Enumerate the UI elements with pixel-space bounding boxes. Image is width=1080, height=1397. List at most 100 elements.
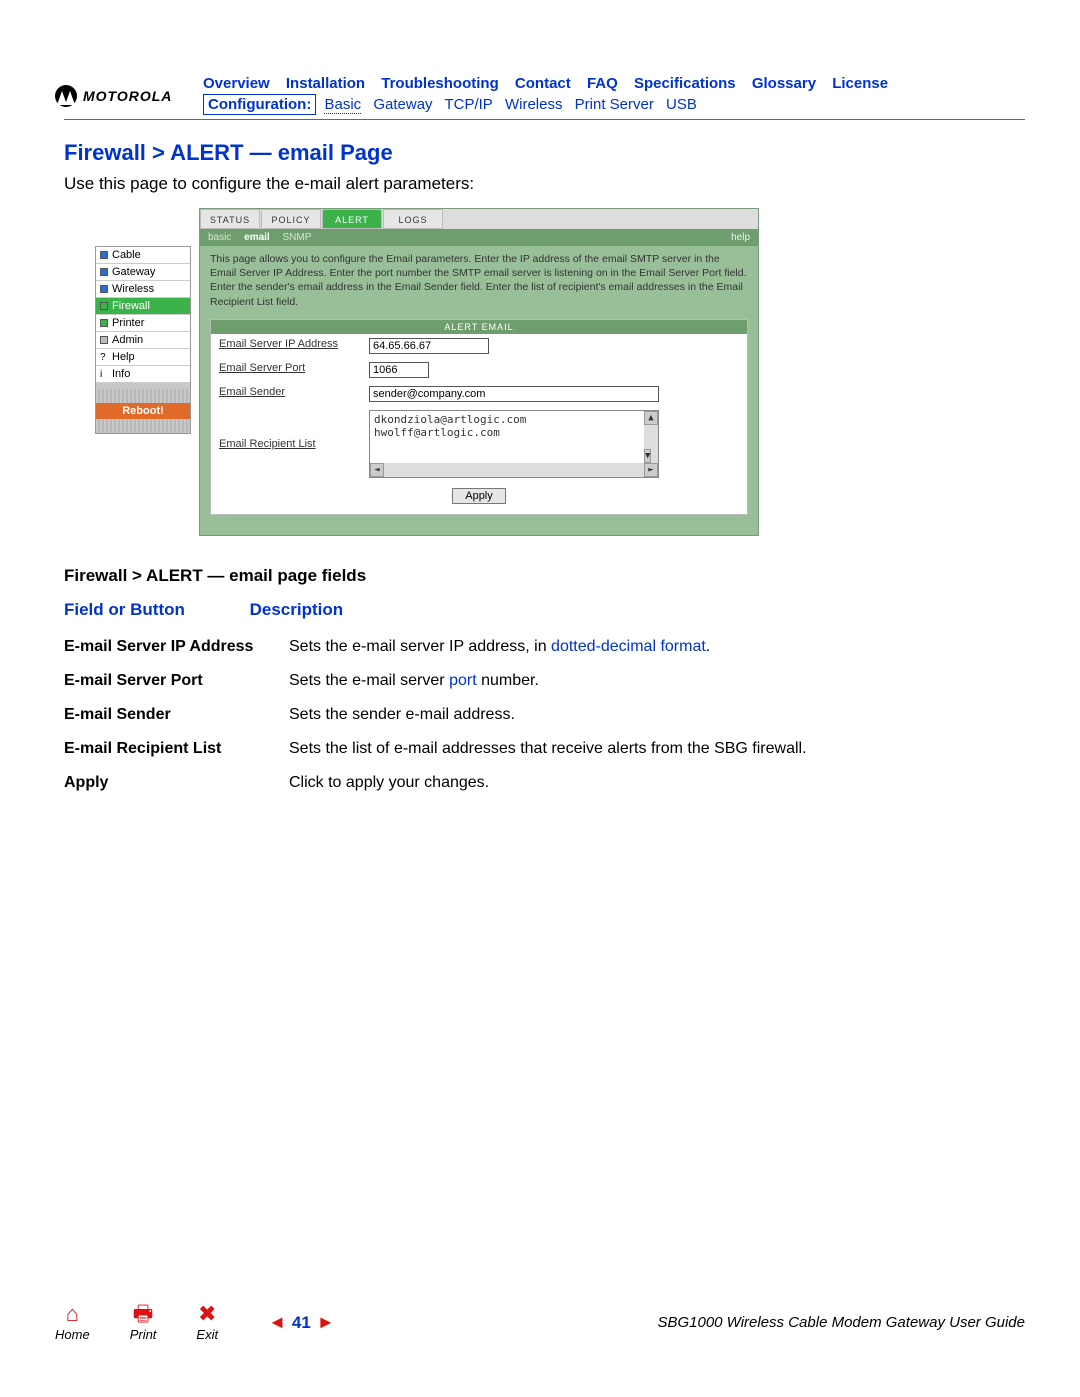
nav-printserver[interactable]: Print Server [575,96,654,113]
footer-exit-label: Exit [196,1327,218,1342]
footer-print-button[interactable]: 🖶 Print [130,1303,157,1342]
subtab-help[interactable]: help [731,232,750,243]
footer-exit-button[interactable]: ✖ Exit [196,1303,218,1342]
table-row: E-mail Sender Sets the sender e-mail add… [64,698,964,732]
nav-troubleshooting[interactable]: Troubleshooting [381,75,499,92]
tab-alert[interactable]: ALERT [322,209,382,229]
page-number: 41 [292,1313,311,1333]
next-page-icon[interactable]: ► [317,1312,335,1333]
footer-home-label: Home [55,1327,90,1342]
link-port[interactable]: port [449,672,477,689]
field-name: E-mail Sender [64,698,289,732]
sidebar-item-firewall[interactable]: Firewall [96,298,190,315]
sidebar-item-label: Printer [112,317,144,329]
nav-installation[interactable]: Installation [286,75,365,92]
nav-faq[interactable]: FAQ [587,75,618,92]
scroll-up-icon[interactable]: ▲ [644,411,658,425]
apply-button[interactable]: Apply [452,488,506,504]
sidebar-item-cable[interactable]: Cable [96,247,190,264]
nav-glossary[interactable]: Glossary [752,75,816,92]
fields-table-header: Field or Button Description [64,600,1025,620]
label-email-server-port[interactable]: Email Server Port [219,362,305,374]
print-icon: 🖶 [130,1303,157,1325]
config-panel: STATUS POLICY ALERT LOGS basic email SNM… [199,208,759,536]
input-email-server-port[interactable] [369,362,429,378]
field-desc: Sets the e-mail server port number. [289,664,964,698]
nav-usb[interactable]: USB [666,96,697,113]
tab-status[interactable]: STATUS [200,209,260,229]
main-tabs: STATUS POLICY ALERT LOGS [200,209,758,229]
subtab-basic[interactable]: basic [208,232,231,243]
scroll-right-icon[interactable]: ► [644,463,658,477]
field-desc: Sets the sender e-mail address. [289,698,964,732]
tab-policy[interactable]: POLICY [261,209,321,229]
nav-contact[interactable]: Contact [515,75,571,92]
label-email-sender[interactable]: Email Sender [219,386,285,398]
field-name: E-mail Server IP Address [64,630,289,664]
sidebar-item-info[interactable]: iInfo [96,366,190,383]
page-footer: ⌂ Home 🖶 Print ✖ Exit ◄ 41 ► SBG1000 Wir… [55,1303,1025,1342]
prev-page-icon[interactable]: ◄ [268,1312,286,1333]
scroll-left-icon[interactable]: ◄ [370,463,384,477]
home-icon: ⌂ [55,1303,90,1325]
subtab-snmp[interactable]: SNMP [283,232,312,243]
form-header: ALERT EMAIL [211,320,747,334]
fields-subheading: Firewall > ALERT — email page fields [64,566,1025,586]
textarea-email-recipients[interactable]: dkondziola@artlogic.com hwolff@artlogic.… [369,410,659,478]
nav-basic[interactable]: Basic [324,96,361,114]
nav-wireless[interactable]: Wireless [505,96,563,113]
input-email-sender[interactable] [369,386,659,402]
sidebar-item-label: Firewall [112,300,150,312]
link-dotted-decimal[interactable]: dotted-decimal format [551,638,706,655]
table-row: E-mail Recipient List Sets the list of e… [64,732,964,766]
panel-description: This page allows you to configure the Em… [200,246,758,319]
nav-configuration-label: Configuration: [203,94,316,115]
footer-print-label: Print [130,1327,157,1342]
col-description: Description [250,600,344,619]
field-name: E-mail Recipient List [64,732,289,766]
nav-gateway[interactable]: Gateway [373,96,432,113]
nav-secondary: Configuration: Basic Gateway TCP/IP Wire… [203,94,1025,113]
page-intro: Use this page to configure the e-mail al… [64,174,1025,194]
sidebar: Cable Gateway Wireless Firewall Printer … [95,246,191,434]
nav-primary: Overview Installation Troubleshooting Co… [203,75,1025,94]
sidebar-item-help[interactable]: ?Help [96,349,190,366]
nav-specifications[interactable]: Specifications [634,75,736,92]
input-email-server-ip[interactable] [369,338,489,354]
sidebar-item-printer[interactable]: Printer [96,315,190,332]
label-email-recipient-list[interactable]: Email Recipient List [219,438,316,450]
fields-table: E-mail Server IP Address Sets the e-mail… [64,630,964,800]
sub-tabs: basic email SNMP help [200,229,758,246]
field-desc: Sets the list of e-mail addresses that r… [289,732,964,766]
divider [64,119,1025,120]
scrollbar-vertical[interactable]: ▲▼ [644,411,658,463]
label-email-server-ip[interactable]: Email Server IP Address [219,338,338,350]
subtab-email[interactable]: email [244,232,270,243]
footer-home-button[interactable]: ⌂ Home [55,1303,90,1342]
exit-icon: ✖ [196,1303,218,1325]
brand-logo: MOTOROLA [55,75,185,107]
nav-overview[interactable]: Overview [203,75,270,92]
nav-tcpip[interactable]: TCP/IP [444,96,492,113]
sidebar-reboot-button[interactable]: Reboot! [96,403,190,419]
field-desc: Click to apply your changes. [289,766,964,800]
sidebar-item-wireless[interactable]: Wireless [96,281,190,298]
scroll-down-icon[interactable]: ▼ [644,449,651,463]
table-row: E-mail Server IP Address Sets the e-mail… [64,630,964,664]
field-name: Apply [64,766,289,800]
motorola-icon [55,85,77,107]
nav-license[interactable]: License [832,75,888,92]
doc-title: SBG1000 Wireless Cable Modem Gateway Use… [520,1314,1025,1331]
sidebar-item-admin[interactable]: Admin [96,332,190,349]
scrollbar-horizontal[interactable]: ◄► [370,463,658,477]
sidebar-reboot-label: Reboot! [122,405,164,417]
tab-logs[interactable]: LOGS [383,209,443,229]
table-row: Apply Click to apply your changes. [64,766,964,800]
table-row: E-mail Server Port Sets the e-mail serve… [64,664,964,698]
brand-text: MOTOROLA [83,88,172,104]
sidebar-item-label: Gateway [112,266,155,278]
sidebar-item-label: Cable [112,249,141,261]
field-name: E-mail Server Port [64,664,289,698]
sidebar-item-label: Info [112,368,130,380]
sidebar-item-gateway[interactable]: Gateway [96,264,190,281]
